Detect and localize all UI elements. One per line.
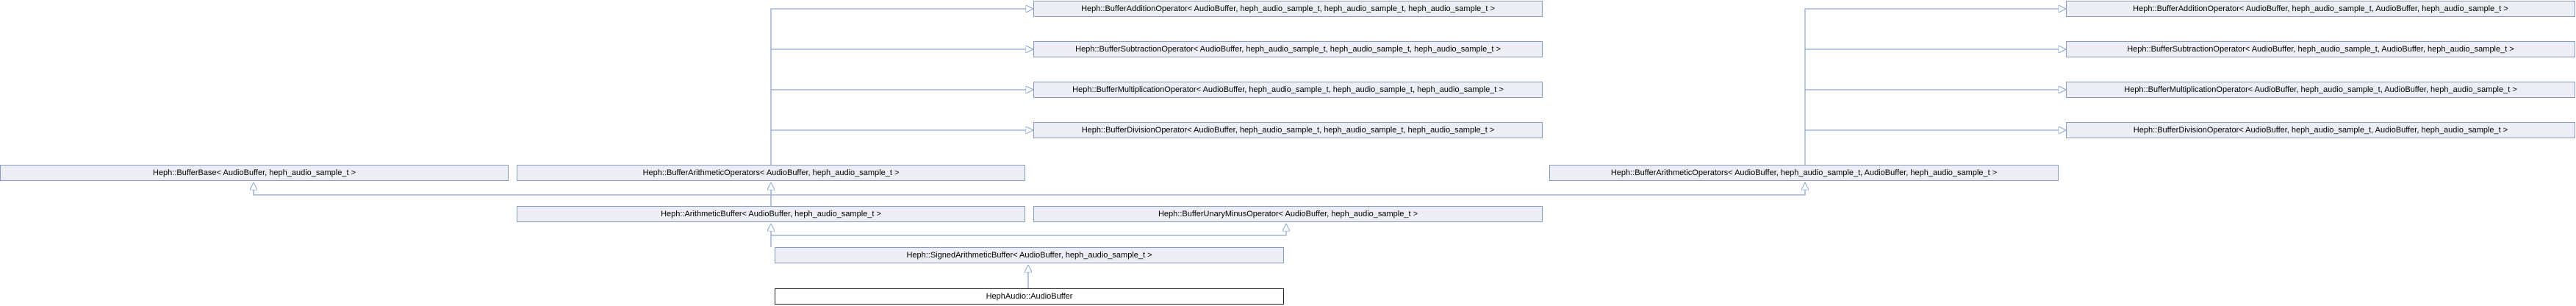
- node-buffer-subtraction-operator-right[interactable]: Heph::BufferSubtractionOperator< AudioBu…: [2066, 41, 2575, 57]
- edge-arithbuffer-to-bufferbase: [254, 182, 771, 196]
- edge-arith-right-to-add-right: [1804, 9, 2066, 165]
- node-buffer-division-operator-right[interactable]: Heph::BufferDivisionOperator< AudioBuffe…: [2066, 122, 2575, 138]
- node-buffer-division-operator-left[interactable]: Heph::BufferDivisionOperator< AudioBuffe…: [1033, 122, 1543, 138]
- node-buffer-arithmetic-operators-right[interactable]: Heph::BufferArithmeticOperators< AudioBu…: [1549, 165, 2059, 181]
- edge-arithbuffer-to-arith-right: [771, 182, 1805, 196]
- node-audio-buffer: HephAudio::AudioBuffer: [775, 288, 1284, 305]
- node-buffer-unary-minus-operator[interactable]: Heph::BufferUnaryMinusOperator< AudioBuf…: [1033, 206, 1543, 222]
- node-buffer-arithmetic-operators-left[interactable]: Heph::BufferArithmeticOperators< AudioBu…: [517, 165, 1025, 181]
- inheritance-diagram: Heph::BufferAdditionOperator< AudioBuffe…: [0, 0, 2576, 306]
- node-arithmetic-buffer[interactable]: Heph::ArithmeticBuffer< AudioBuffer, hep…: [517, 206, 1025, 222]
- node-buffer-base[interactable]: Heph::BufferBase< AudioBuffer, heph_audi…: [0, 165, 509, 181]
- node-buffer-addition-operator-right[interactable]: Heph::BufferAdditionOperator< AudioBuffe…: [2066, 1, 2575, 17]
- node-signed-arithmetic-buffer[interactable]: Heph::SignedArithmeticBuffer< AudioBuffe…: [775, 247, 1284, 263]
- node-buffer-addition-operator-left[interactable]: Heph::BufferAdditionOperator< AudioBuffe…: [1033, 1, 1543, 17]
- edge-signed-to-unaryminus: [771, 224, 1286, 236]
- edge-arith-left-to-add-left: [770, 9, 1033, 165]
- node-buffer-multiplication-operator-left[interactable]: Heph::BufferMultiplicationOperator< Audi…: [1033, 82, 1543, 98]
- node-buffer-multiplication-operator-right[interactable]: Heph::BufferMultiplicationOperator< Audi…: [2066, 82, 2575, 98]
- node-buffer-subtraction-operator-left[interactable]: Heph::BufferSubtractionOperator< AudioBu…: [1033, 41, 1543, 57]
